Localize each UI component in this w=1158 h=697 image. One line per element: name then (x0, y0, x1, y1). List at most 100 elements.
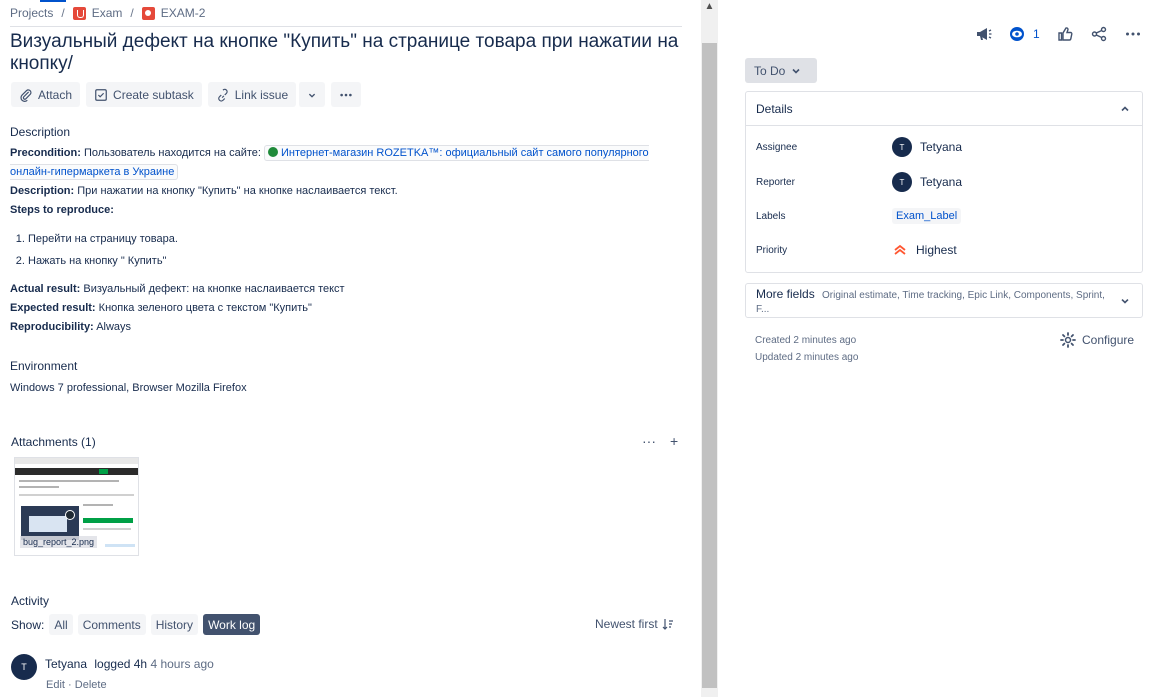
description-text: При нажатии на кнопку "Купить" на кнопке… (77, 185, 398, 197)
avatar: T (892, 172, 912, 192)
worklog-time: 4 hours ago (150, 657, 214, 671)
filter-all-button[interactable]: All (49, 614, 73, 635)
actual-result-line: Actual result: Визуальный дефект: на кно… (10, 280, 690, 299)
environment-text[interactable]: Windows 7 professional, Browser Mozilla … (10, 379, 690, 398)
description-label: Description: (10, 185, 75, 197)
expected-result-label: Expected result: (10, 302, 96, 314)
breadcrumb-separator: / (61, 6, 65, 20)
priority-row: Priority Highest (756, 243, 957, 257)
more-actions-button[interactable] (331, 82, 362, 107)
thumb-text-line (83, 528, 131, 530)
divider (10, 26, 682, 27)
thumb-buy-button (83, 518, 133, 523)
filter-comments-button[interactable]: Comments (77, 614, 146, 635)
description-heading: Description (10, 125, 71, 139)
worklog-edit-link[interactable]: Edit (46, 679, 65, 691)
give-feedback-icon[interactable] (975, 25, 993, 43)
chevron-up-icon (1121, 105, 1129, 111)
assignee-field[interactable]: T Tetyana (892, 137, 962, 157)
description-section: Description Precondition: Пользователь н… (10, 123, 690, 398)
more-options-icon[interactable] (1124, 25, 1142, 43)
paperclip-icon (20, 88, 32, 102)
nav-indicator (40, 0, 66, 2)
attach-button[interactable]: Attach (11, 82, 81, 107)
thumb-text-line (19, 480, 119, 482)
priority-label: Priority (756, 244, 788, 256)
link-issue-dropdown-button[interactable] (298, 82, 326, 107)
bug-type-icon[interactable] (141, 6, 155, 20)
sort-order-button[interactable]: Newest first (595, 617, 674, 631)
thumb-site-header (15, 468, 138, 475)
labels-row: Labels Exam_Label (756, 208, 962, 224)
more-icon (340, 93, 352, 96)
label-chip[interactable]: Exam_Label (892, 208, 962, 224)
add-attachment-icon[interactable]: + (670, 433, 678, 449)
labels-field[interactable]: Exam_Label (892, 208, 962, 224)
details-header[interactable]: Details (746, 92, 1142, 126)
more-fields-title: More fields (756, 286, 815, 301)
step-item: Нажать на кнопку " Купить" (28, 250, 690, 272)
expected-result-text: Кнопка зеленого цвета с текстом "Купить" (98, 302, 312, 314)
priority-highest-icon (894, 244, 906, 255)
show-label: Show: (11, 617, 45, 632)
rozetka-favicon-icon (268, 147, 278, 157)
reproducibility-line: Reproducibility: Always (10, 318, 690, 337)
reproducibility-text: Always (96, 321, 132, 333)
chevron-down-icon (792, 68, 800, 74)
avatar: T (892, 137, 912, 157)
precondition-text: Пользователь находится на сайте: (83, 147, 261, 159)
main-scrollbar[interactable]: ▲ (701, 0, 718, 697)
reporter-row: Reporter T Tetyana (756, 172, 962, 192)
configure-button[interactable]: Configure (1060, 332, 1134, 348)
attachment-thumbnail[interactable]: bug_report_2.png (14, 457, 139, 556)
thumb-text-line (19, 494, 134, 496)
status-dropdown[interactable]: To Do (745, 58, 817, 83)
priority-field[interactable]: Highest (892, 243, 957, 257)
steps-list: Перейти на страницу товара. Нажать на кн… (28, 228, 690, 272)
precondition-line: Precondition: Пользователь находится на … (10, 144, 690, 182)
breadcrumb-separator: / (130, 6, 134, 20)
scroll-up-arrow-icon[interactable]: ▲ (704, 2, 715, 12)
filter-history-button[interactable]: History (150, 614, 199, 635)
created-date: Created 2 minutes ago (755, 335, 857, 346)
worklog-actions: Edit · Delete (46, 679, 107, 691)
like-icon[interactable] (1056, 25, 1074, 43)
worklog-text: Tetyana logged 4h 4 hours ago (45, 654, 214, 680)
attachments-heading: Attachments (1) (11, 435, 96, 449)
attach-label: Attach (38, 87, 73, 102)
issue-main-pane: Projects / Exam / EXAM-2 Визуальный дефе… (0, 0, 700, 697)
filter-worklog-button[interactable]: Work log (203, 614, 261, 635)
expected-result-line: Expected result: Кнопка зеленого цвета с… (10, 299, 690, 318)
watch-count: 1 (1033, 27, 1040, 41)
scrollbar-thumb[interactable] (702, 43, 717, 688)
link-icon (217, 88, 228, 102)
link-issue-button[interactable]: Link issue (207, 82, 297, 107)
avatar[interactable]: T (11, 654, 37, 680)
attachment-file-name: bug_report_2.png (20, 536, 98, 548)
thumb-browser-bar (15, 458, 138, 464)
labels-label: Labels (756, 210, 786, 222)
share-icon[interactable] (1090, 25, 1108, 43)
configure-label: Configure (1082, 333, 1135, 347)
attachments-more-icon[interactable]: ··· (642, 433, 656, 449)
create-subtask-button[interactable]: Create subtask (86, 82, 202, 107)
more-fields-panel[interactable]: More fields Original estimate, Time trac… (745, 283, 1143, 318)
precondition-label: Precondition: (10, 147, 81, 159)
issue-title[interactable]: Визуальный дефект на кнопке "Купить" на … (10, 31, 690, 75)
description-line: Description: При нажатии на кнопку "Купи… (10, 182, 690, 201)
worklog-separator: · (68, 679, 72, 691)
details-panel: Details Assignee T Tetyana Reporter T Te… (745, 91, 1143, 273)
reporter-field[interactable]: T Tetyana (892, 172, 962, 192)
watch-button[interactable]: 1 (1009, 26, 1040, 42)
issue-dates: Created 2 minutes ago Updated 2 minutes … (755, 332, 858, 366)
worklog-delete-link[interactable]: Delete (75, 679, 107, 691)
breadcrumb-projects[interactable]: Projects (10, 6, 53, 20)
issue-toolbar: Attach Create subtask Link issue (11, 82, 362, 107)
breadcrumb-project[interactable]: Exam (92, 6, 123, 20)
step-item: Перейти на страницу товара. (28, 228, 690, 250)
actual-result-label: Actual result: (10, 283, 81, 295)
worklog-user[interactable]: Tetyana (45, 657, 87, 671)
breadcrumb-issue-key[interactable]: EXAM-2 (161, 6, 206, 20)
actual-result-text: Визуальный дефект: на кнопке наслаиваетс… (83, 283, 345, 295)
eye-icon (1010, 27, 1024, 41)
